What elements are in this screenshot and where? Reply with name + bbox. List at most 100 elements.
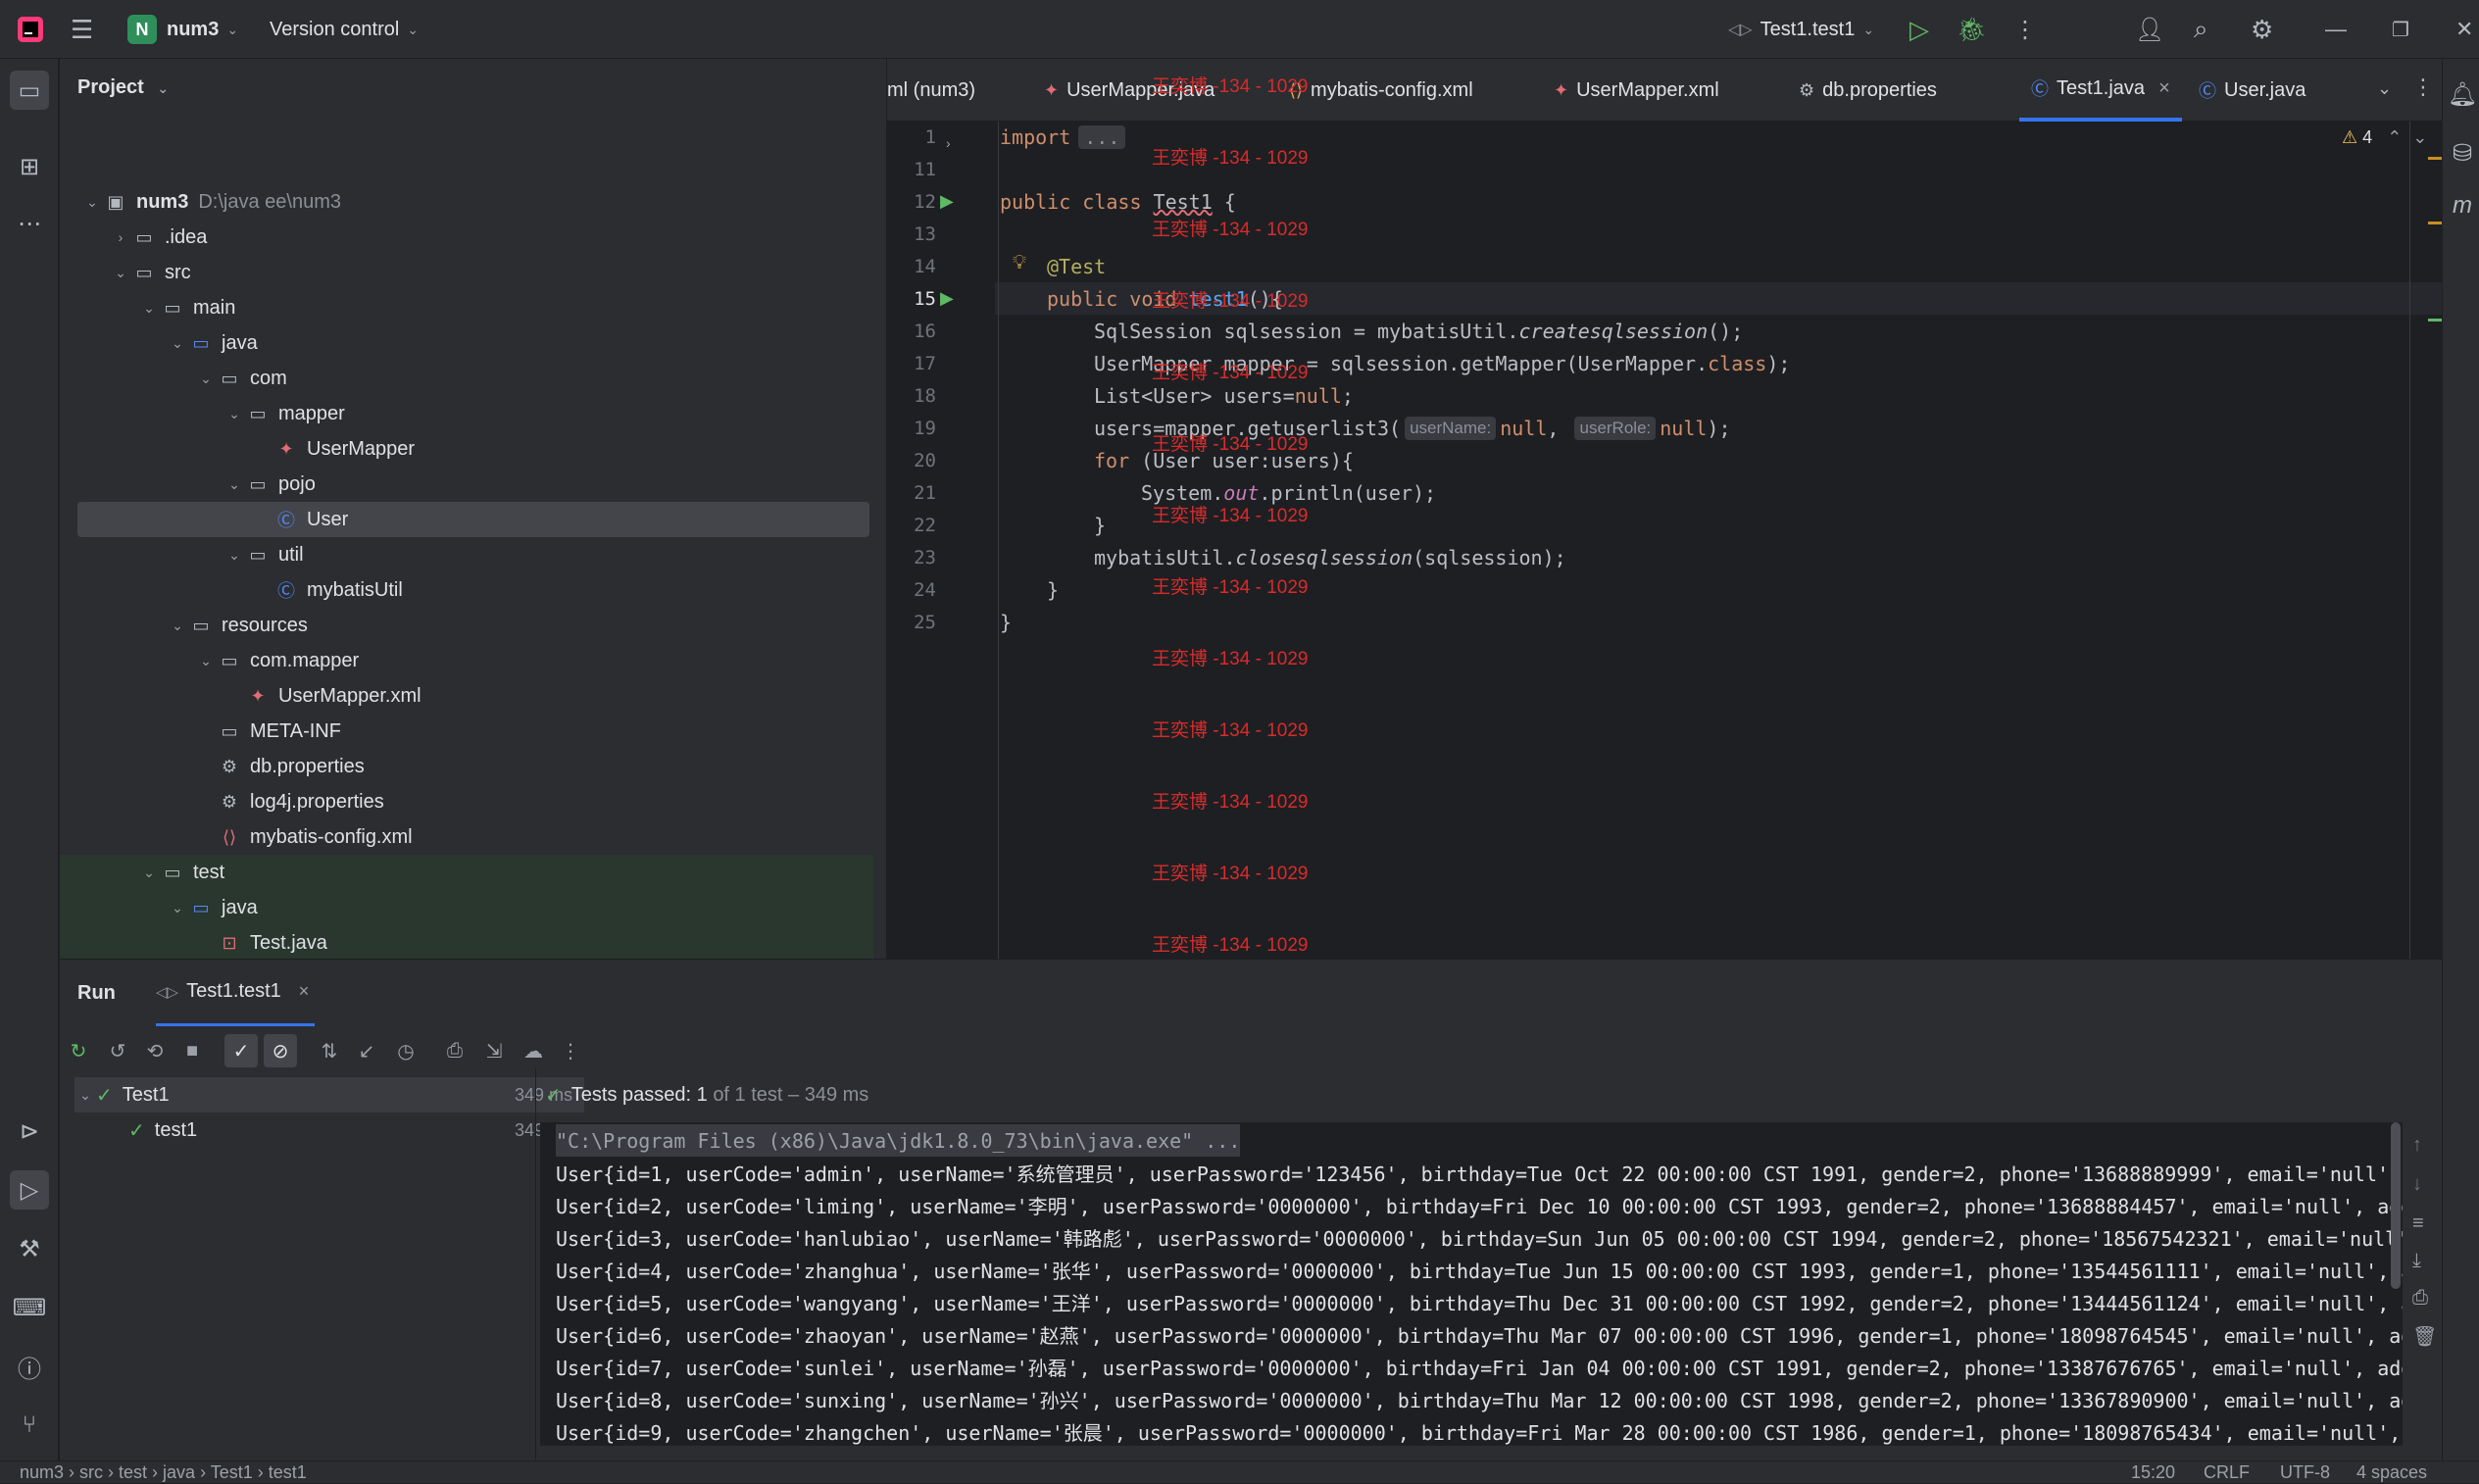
project-tree-item[interactable]: ▭ META-INF: [60, 714, 873, 749]
rerun-icon[interactable]: ↻: [62, 1034, 95, 1067]
fold-chevron-icon[interactable]: ›: [946, 135, 951, 151]
project-switcher[interactable]: N num3 ⌄: [127, 0, 238, 59]
show-passed-icon[interactable]: ✓: [224, 1034, 258, 1067]
close-icon[interactable]: ×: [299, 981, 310, 1002]
debug-icon[interactable]: 🐞︎: [1957, 0, 1986, 59]
maven-icon[interactable]: m: [2443, 186, 2479, 225]
code-line-25[interactable]: }: [1000, 606, 1012, 638]
scroll-up-icon[interactable]: ↑: [2412, 1134, 2422, 1157]
project-tree-item[interactable]: ⒸmybatisUtil: [60, 572, 873, 608]
more-actions-icon[interactable]: ⋮: [2013, 0, 2037, 59]
sort-alphabetically-icon[interactable]: ⇅: [313, 1034, 346, 1067]
vcs-widget[interactable]: Version control ⌄: [270, 0, 419, 59]
export-icon[interactable]: ⎙: [438, 1034, 471, 1067]
run-splitter[interactable]: [535, 1067, 536, 1469]
editor-tab[interactable]: Ⓒ Test1.java ×: [2019, 59, 2182, 122]
file-encoding[interactable]: UTF-8: [2280, 1461, 2330, 1484]
editor-tab[interactable]: ✦ UserMapper.xml: [1554, 59, 1719, 122]
breadcrumb-item[interactable]: test: [119, 1462, 147, 1482]
breadcrumb-item[interactable]: test1: [269, 1462, 307, 1482]
line-separator[interactable]: CRLF: [2204, 1461, 2250, 1484]
inspection-widget[interactable]: ⚠ 4 ⌃ ⌄: [2342, 127, 2427, 148]
project-tree-item[interactable]: › ▭ .idea: [60, 220, 873, 255]
project-panel-header[interactable]: Project ⌄: [77, 76, 169, 99]
chevron-down-icon[interactable]: ⌄: [138, 865, 160, 881]
test-row-method[interactable]: ✓ test1 349 ms: [74, 1113, 584, 1148]
editor-tab[interactable]: Ⓒ User.java: [2199, 59, 2305, 122]
run-config-selector[interactable]: ◁▷ Test1.test1 ⌄: [1728, 0, 1874, 59]
git-icon[interactable]: ⑂: [10, 1406, 49, 1445]
services-icon[interactable]: ⊳: [10, 1112, 49, 1151]
chevron-down-icon[interactable]: ⌄: [195, 371, 217, 387]
search-icon[interactable]: ⌕: [2194, 0, 2208, 59]
project-tree-item[interactable]: ⟨⟩ mybatis-config.xml: [60, 819, 873, 855]
project-tree-item[interactable]: ⌄ ▣ num3 D:\java ee\num3: [60, 184, 873, 220]
import-icon[interactable]: ⇲: [477, 1034, 511, 1067]
run-gutter-icon[interactable]: ▶: [940, 191, 954, 212]
more-tools-icon[interactable]: ⋯: [10, 204, 49, 243]
code-line-23[interactable]: mybatisUtil. closesqlsession (sqlsession);: [1094, 541, 1566, 573]
chevron-down-icon[interactable]: ⌄: [138, 300, 160, 317]
project-tree-item[interactable]: ⚙ log4j.properties: [60, 784, 873, 819]
breadcrumb-item[interactable]: num3: [20, 1462, 64, 1482]
restore-icon[interactable]: ❐: [2392, 0, 2409, 59]
sort-by-duration-icon[interactable]: ↙: [350, 1034, 383, 1067]
breadcrumb-item[interactable]: java: [163, 1462, 195, 1482]
code-with-me-icon[interactable]: 👤︎: [2135, 0, 2164, 59]
project-tree-item[interactable]: ⌄ ▭ pojo: [60, 467, 873, 502]
editor-tab[interactable]: ⚙ db.properties: [1799, 59, 1937, 122]
chevron-down-icon[interactable]: ⌄: [81, 194, 103, 211]
code-line-12[interactable]: public class Test1 {: [1000, 185, 1236, 218]
chevron-down-icon[interactable]: ⌄: [110, 265, 131, 281]
chevron-down-icon[interactable]: ⌄: [223, 547, 245, 564]
project-tree-item[interactable]: ⌄ ▭ util: [60, 537, 873, 572]
chevron-down-icon[interactable]: ⌄: [195, 653, 217, 669]
breadcrumb-item[interactable]: src: [79, 1462, 103, 1482]
show-ignored-icon[interactable]: ⊘: [264, 1034, 297, 1067]
coverage-icon[interactable]: ☁: [517, 1034, 550, 1067]
scroll-to-end-icon[interactable]: ⤓: [2412, 1250, 2421, 1272]
project-tree-item[interactable]: ⌄ ▭ com.mapper: [60, 643, 873, 678]
database-icon[interactable]: ⛁: [2443, 133, 2479, 173]
print-icon[interactable]: ⎙: [2412, 1287, 2428, 1310]
minimize-icon[interactable]: —: [2325, 0, 2347, 59]
lightbulb-icon[interactable]: 💡︎: [1013, 252, 1026, 274]
editor-tab[interactable]: ⟨⟩ mybatis-config.xml: [1289, 59, 1473, 122]
change-stripe-marker[interactable]: [2428, 319, 2442, 322]
console-scrollbar[interactable]: [2391, 1122, 2401, 1289]
project-tree-item[interactable]: ⌄ ▭ java: [60, 890, 873, 925]
run-icon[interactable]: ▷: [1909, 0, 1929, 59]
history-icon[interactable]: ◷: [389, 1034, 422, 1067]
stop-icon[interactable]: ■: [175, 1034, 209, 1067]
terminal-icon[interactable]: ⌨: [10, 1288, 49, 1327]
chevron-down-icon[interactable]: ⌄: [167, 618, 188, 634]
chevron-down-icon[interactable]: ⌄: [223, 406, 245, 422]
project-tree-item[interactable]: ⌄ ▭ java: [60, 325, 873, 361]
project-tree-item[interactable]: ⌄ ▭ mapper: [60, 396, 873, 431]
code-line-14[interactable]: @Test: [1047, 250, 1106, 282]
project-tool-icon[interactable]: ▭: [10, 71, 49, 110]
caret-position[interactable]: 15:20: [2131, 1461, 2175, 1484]
main-menu-icon[interactable]: ☰: [71, 0, 93, 59]
close-icon[interactable]: ✕: [2455, 0, 2473, 59]
tab-more-icon[interactable]: ⋮: [2412, 74, 2434, 100]
toggle-auto-test-icon[interactable]: ⟲: [138, 1034, 172, 1067]
project-tree-item[interactable]: ⌄ ▭ src: [60, 255, 873, 290]
project-tree-item[interactable]: Ⓒ User: [77, 502, 869, 537]
project-tree-item[interactable]: ⚙ db.properties: [60, 749, 873, 784]
code-line-24[interactable]: }: [1047, 573, 1059, 606]
app-logo-icon[interactable]: [16, 0, 45, 59]
console-output[interactable]: "C:\Program Files (x86)\Java\jdk1.8.0_73…: [540, 1122, 2403, 1446]
project-tree-item[interactable]: ⌄ ▭ com: [60, 361, 873, 396]
notifications-icon[interactable]: 🔔︎: [2443, 74, 2479, 114]
tab-run[interactable]: Run: [77, 960, 116, 1026]
project-tree-item[interactable]: ⊡ Test.java: [60, 925, 873, 959]
chevron-down-icon[interactable]: ⌄: [167, 900, 188, 916]
project-tree-item[interactable]: ⌄ ▭ test: [60, 855, 873, 890]
test-row-suite[interactable]: ⌄ ✓ Test1 349 ms: [74, 1077, 584, 1113]
trash-icon[interactable]: 🗑︎: [2412, 1324, 2437, 1349]
chevron-down-icon[interactable]: ⌄: [2412, 127, 2427, 147]
problems-icon[interactable]: ⓘ: [10, 1347, 49, 1386]
soft-wrap-icon[interactable]: ≡: [2412, 1212, 2424, 1235]
folded-imports[interactable]: ...: [1078, 124, 1126, 149]
